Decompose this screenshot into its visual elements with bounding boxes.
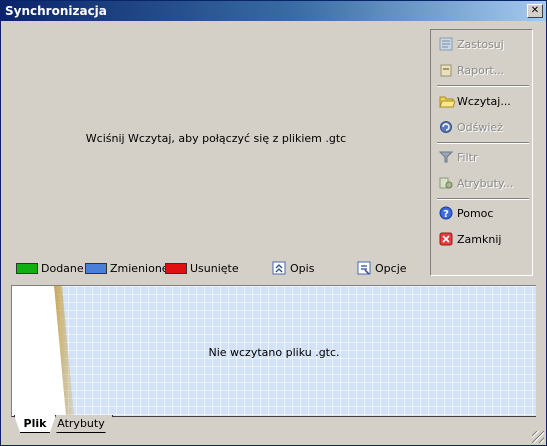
- sync-window: Synchronizacja ✕ Wciśnij Wczytaj, aby po…: [0, 0, 547, 446]
- help-icon: ?: [439, 206, 453, 220]
- resize-grip[interactable]: [532, 431, 544, 443]
- added-swatch: [16, 262, 38, 274]
- apply-icon: [439, 37, 453, 51]
- close-icon: [439, 232, 453, 246]
- action-panel: Zastosuj Raport... Wczytaj... Odśwież Fi…: [430, 29, 533, 276]
- load-label: Wczytaj...: [457, 94, 511, 108]
- report-button[interactable]: Raport...: [439, 61, 529, 79]
- no-file-message: Nie wczytano pliku .gtc.: [208, 346, 340, 359]
- apply-label: Zastosuj: [457, 37, 504, 51]
- filter-icon: [438, 150, 454, 164]
- legend-changed: Zmienione: [85, 261, 169, 275]
- options-label: Opcje: [375, 261, 407, 275]
- close-label: Zamknij: [457, 232, 502, 246]
- apply-button[interactable]: Zastosuj: [439, 35, 529, 53]
- title-bar[interactable]: Synchronizacja ✕: [1, 1, 546, 21]
- help-button[interactable]: ? Pomoc: [439, 204, 529, 222]
- filter-label: Filtr: [457, 150, 478, 164]
- tab-attributes[interactable]: Atrybuty: [49, 415, 113, 433]
- help-label: Pomoc: [457, 206, 494, 220]
- window-close-button[interactable]: ✕: [527, 4, 543, 18]
- removed-swatch: [165, 262, 187, 274]
- description-label: Opis: [290, 261, 315, 275]
- attributes-button[interactable]: Atrybuty...: [439, 174, 529, 192]
- attributes-icon: [439, 176, 453, 190]
- separator: [437, 85, 529, 87]
- legend-changed-label: Zmienione: [110, 261, 169, 275]
- close-button[interactable]: Zamknij: [439, 230, 529, 248]
- legend-removed-label: Usunięte: [190, 261, 239, 275]
- refresh-button[interactable]: Odśwież: [439, 118, 529, 136]
- report-label: Raport...: [457, 63, 505, 77]
- folder-open-icon: [439, 94, 456, 108]
- window-title: Synchronizacja: [5, 4, 107, 18]
- options-icon: [357, 261, 371, 275]
- tab-file[interactable]: Plik: [14, 415, 56, 433]
- report-icon: [439, 63, 453, 77]
- svg-text:?: ?: [443, 209, 449, 220]
- changed-swatch: [85, 262, 107, 274]
- legend-removed: Usunięte: [165, 261, 239, 275]
- separator: [437, 198, 529, 200]
- legend-added: Dodane: [16, 261, 84, 275]
- refresh-label: Odśwież: [457, 120, 503, 134]
- description-icon: [272, 261, 286, 275]
- filter-button[interactable]: Filtr: [438, 148, 529, 166]
- description-toggle[interactable]: Opis: [272, 261, 314, 275]
- refresh-icon: [439, 120, 453, 134]
- load-button[interactable]: Wczytaj...: [439, 92, 529, 110]
- bottom-tabs: Atrybuty Plik: [11, 415, 535, 435]
- connect-hint: Wciśnij Wczytaj, aby połączyć się z plik…: [85, 132, 347, 145]
- options-button[interactable]: Opcje: [357, 261, 407, 275]
- separator: [437, 142, 529, 144]
- legend-added-label: Dodane: [41, 261, 84, 275]
- attributes-label: Atrybuty...: [457, 176, 514, 190]
- preview-area: Nie wczytano pliku .gtc.: [11, 285, 536, 417]
